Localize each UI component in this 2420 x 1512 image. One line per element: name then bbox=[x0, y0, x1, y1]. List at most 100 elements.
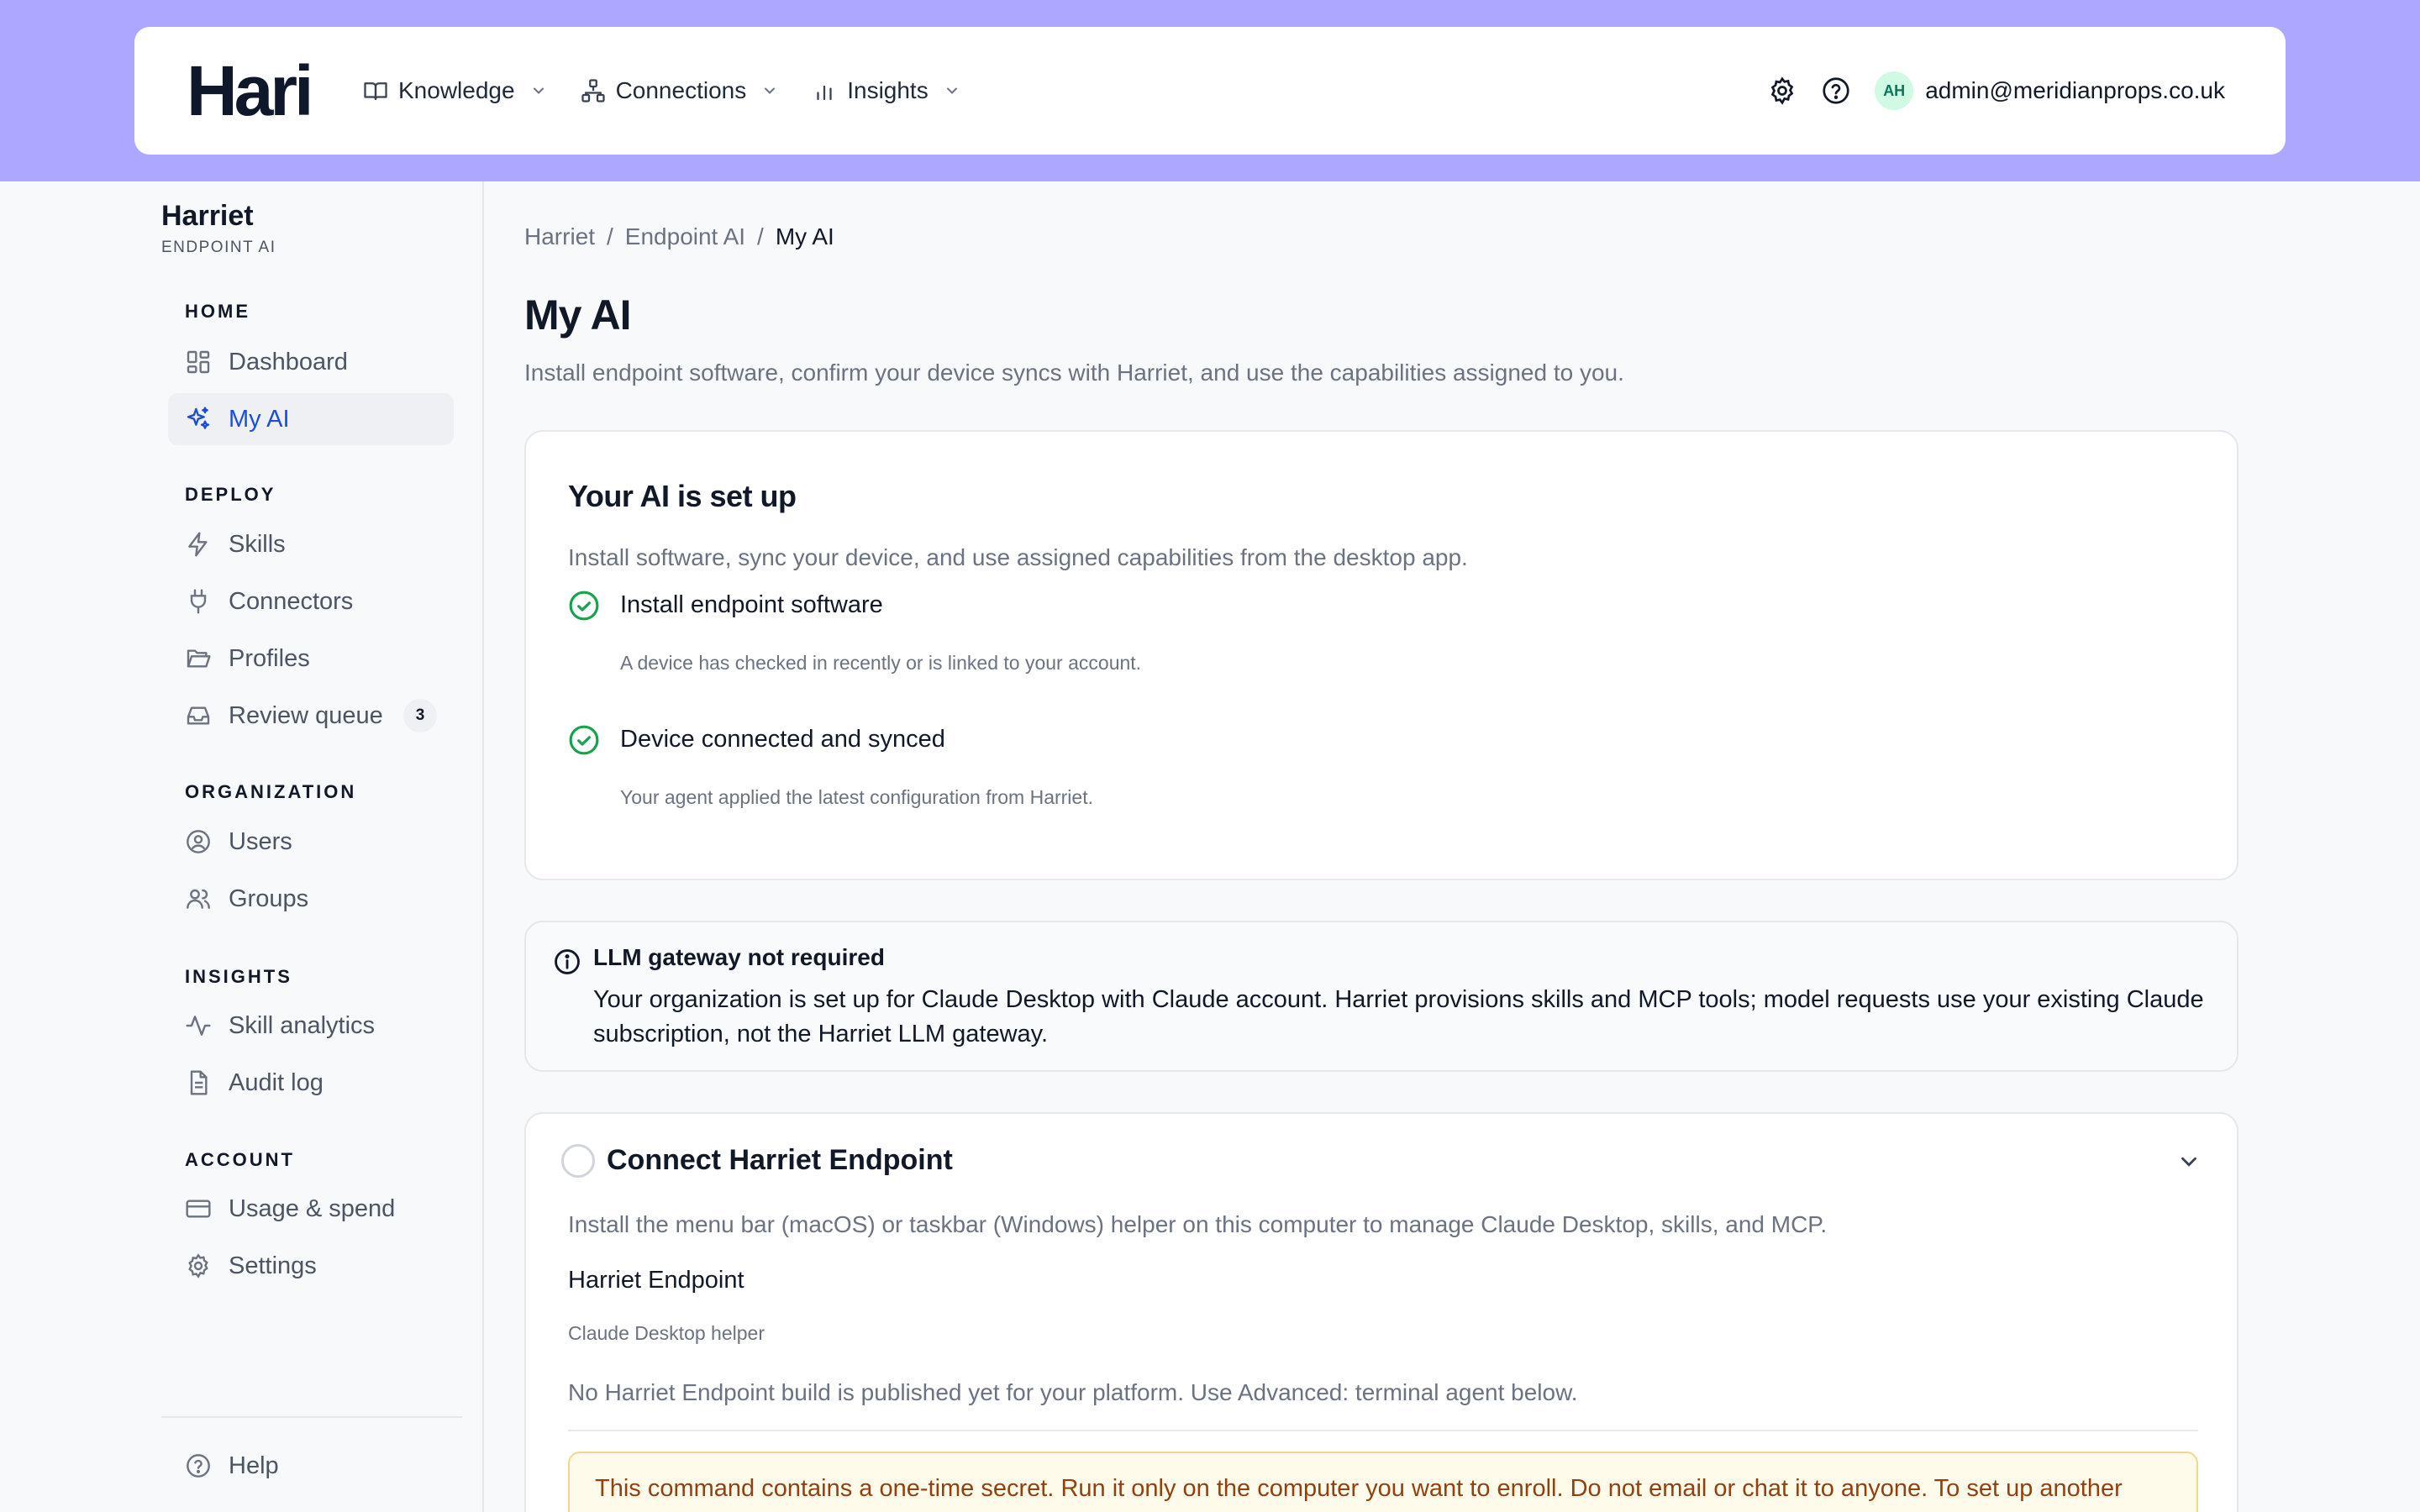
page-title: My AI bbox=[524, 291, 631, 339]
org-name: Harriet bbox=[161, 200, 254, 232]
sidebar-divider bbox=[161, 1416, 462, 1418]
help-circle-icon[interactable] bbox=[1821, 76, 1851, 106]
sidebar-item-label: Users bbox=[229, 827, 292, 855]
user-circle-icon bbox=[187, 830, 210, 853]
nav-knowledge-label: Knowledge bbox=[398, 77, 515, 103]
book-icon bbox=[364, 82, 387, 101]
lightning-icon bbox=[188, 532, 208, 557]
sidebar-item-dashboard[interactable]: Dashboard bbox=[168, 336, 454, 388]
warning-text: This command contains a one-time secret.… bbox=[595, 1475, 2123, 1502]
nav-connections[interactable]: Connections bbox=[581, 69, 779, 113]
nav-insights-label: Insights bbox=[847, 77, 929, 103]
connect-card-description: Install the menu bar (macOS) or taskbar … bbox=[568, 1211, 1828, 1237]
network-icon bbox=[581, 79, 605, 102]
sidebar-item-label: My AI bbox=[229, 405, 290, 433]
sidebar-item-label: Review queue bbox=[229, 701, 383, 729]
check-circle-icon bbox=[569, 725, 599, 755]
sidebar-item-label: Groups bbox=[229, 885, 309, 912]
gear-icon[interactable] bbox=[1767, 76, 1797, 106]
chevron-down-icon[interactable] bbox=[2176, 1149, 2202, 1174]
step-description: A device has checked in recently or is l… bbox=[620, 652, 1142, 674]
inbox-icon bbox=[187, 706, 210, 725]
brand-logo[interactable]: Hari bbox=[187, 55, 313, 126]
folder-open-icon bbox=[187, 649, 211, 668]
sidebar-item-settings[interactable]: Settings bbox=[168, 1240, 454, 1292]
org-subtitle: ENDPOINT AI bbox=[161, 239, 276, 256]
sidebar-item-label: Connectors bbox=[229, 587, 354, 615]
dashboard-icon bbox=[187, 350, 210, 374]
breadcrumb-link-endpoint-ai[interactable]: Endpoint AI bbox=[625, 223, 745, 250]
breadcrumb-separator: / bbox=[757, 223, 764, 249]
section-title-insights: INSIGHTS bbox=[185, 966, 292, 987]
gear-icon bbox=[188, 1253, 208, 1278]
breadcrumb-separator: / bbox=[607, 223, 613, 249]
step-title: Device connected and synced bbox=[620, 726, 945, 753]
step-description: Your agent applied the latest configurat… bbox=[620, 786, 1093, 808]
user-area: AH admin@meridianprops.co.uk bbox=[1767, 69, 2225, 113]
sidebar-item-profiles[interactable]: Profiles bbox=[168, 633, 454, 685]
sidebar-item-help[interactable]: Help bbox=[168, 1440, 454, 1492]
sidebar-item-label: Dashboard bbox=[229, 348, 348, 375]
sidebar-item-label: Usage & spend bbox=[229, 1194, 396, 1222]
breadcrumb-current: My AI bbox=[775, 223, 834, 249]
setup-card-title: Your AI is set up bbox=[568, 479, 797, 513]
sidebar-item-skill-analytics[interactable]: Skill analytics bbox=[168, 1000, 454, 1052]
breadcrumb: Harriet / Endpoint AI / My AI bbox=[524, 223, 834, 250]
sidebar-item-label: Help bbox=[229, 1452, 279, 1479]
nav-connections-label: Connections bbox=[615, 77, 747, 103]
sidebar-item-audit-log[interactable]: Audit log bbox=[168, 1057, 454, 1109]
product-name: Harriet Endpoint bbox=[568, 1267, 744, 1294]
credit-card-icon bbox=[186, 1200, 211, 1218]
sidebar-item-connectors[interactable]: Connectors bbox=[168, 575, 454, 627]
bar-chart-icon bbox=[817, 85, 832, 101]
user-email[interactable]: admin@meridianprops.co.uk bbox=[1925, 77, 2225, 104]
count-badge: 3 bbox=[403, 699, 437, 732]
plug-icon bbox=[190, 589, 207, 614]
check-circle-icon bbox=[569, 591, 599, 621]
section-title-home: HOME bbox=[185, 301, 250, 322]
sidebar-item-users[interactable]: Users bbox=[168, 816, 454, 868]
section-title-account: ACCOUNT bbox=[185, 1149, 295, 1170]
connect-endpoint-card: Connect Harriet Endpoint Install the men… bbox=[524, 1112, 2238, 1512]
sidebar-item-label: Audit log bbox=[229, 1068, 324, 1096]
step-status-radio[interactable] bbox=[561, 1144, 595, 1178]
secret-warning-alert: This command contains a one-time secret.… bbox=[568, 1452, 2198, 1512]
document-icon bbox=[190, 1070, 208, 1095]
sidebar-item-usage-spend[interactable]: Usage & spend bbox=[168, 1183, 454, 1235]
chevron-down-icon bbox=[946, 87, 957, 94]
users-icon bbox=[187, 889, 210, 909]
sidebar-item-review-queue[interactable]: Review queue 3 bbox=[168, 690, 454, 742]
avatar[interactable]: AH bbox=[1875, 71, 1914, 110]
activity-icon bbox=[186, 1016, 211, 1036]
gateway-card-title: LLM gateway not required bbox=[593, 944, 885, 970]
chevron-down-icon bbox=[533, 87, 544, 94]
sidebar-item-skills[interactable]: Skills bbox=[168, 518, 454, 570]
page-description: Install endpoint software, confirm your … bbox=[524, 360, 1624, 386]
sidebar-item-label: Settings bbox=[229, 1252, 317, 1279]
help-circle-icon bbox=[187, 1454, 210, 1478]
nav-insights[interactable]: Insights bbox=[812, 69, 960, 113]
main-nav-menu: Knowledge Connections Insights bbox=[363, 69, 960, 113]
sidebar: Harriet ENDPOINT AI HOME Dashboard My AI… bbox=[0, 181, 484, 1512]
gateway-card-body: Your organization is set up for Claude D… bbox=[593, 986, 2204, 1047]
sidebar-item-label: Profiles bbox=[229, 644, 310, 672]
sidebar-item-label: Skill analytics bbox=[229, 1011, 376, 1039]
breadcrumb-link-harriet[interactable]: Harriet bbox=[524, 223, 595, 250]
nav-knowledge[interactable]: Knowledge bbox=[363, 69, 547, 113]
sparkles-icon bbox=[187, 407, 210, 429]
product-subtitle: Claude Desktop helper bbox=[568, 1322, 765, 1344]
step-title: Install endpoint software bbox=[620, 591, 883, 618]
setup-status-card: Your AI is set up Install software, sync… bbox=[524, 430, 2238, 880]
no-build-message: No Harriet Endpoint build is published y… bbox=[568, 1379, 1578, 1405]
sidebar-item-groups[interactable]: Groups bbox=[168, 873, 454, 925]
setup-card-intro: Install software, sync your device, and … bbox=[568, 544, 1468, 570]
section-title-deploy: DEPLOY bbox=[185, 484, 276, 505]
section-title-organization: ORGANIZATION bbox=[185, 781, 357, 802]
chevron-down-icon bbox=[765, 87, 776, 94]
info-icon bbox=[555, 949, 580, 974]
gateway-info-card: LLM gateway not required Your organizati… bbox=[524, 921, 2238, 1072]
connect-card-title[interactable]: Connect Harriet Endpoint bbox=[607, 1144, 953, 1177]
sidebar-item-label: Skills bbox=[229, 530, 286, 558]
sidebar-item-my-ai[interactable]: My AI bbox=[168, 393, 454, 445]
divider bbox=[568, 1430, 2198, 1431]
